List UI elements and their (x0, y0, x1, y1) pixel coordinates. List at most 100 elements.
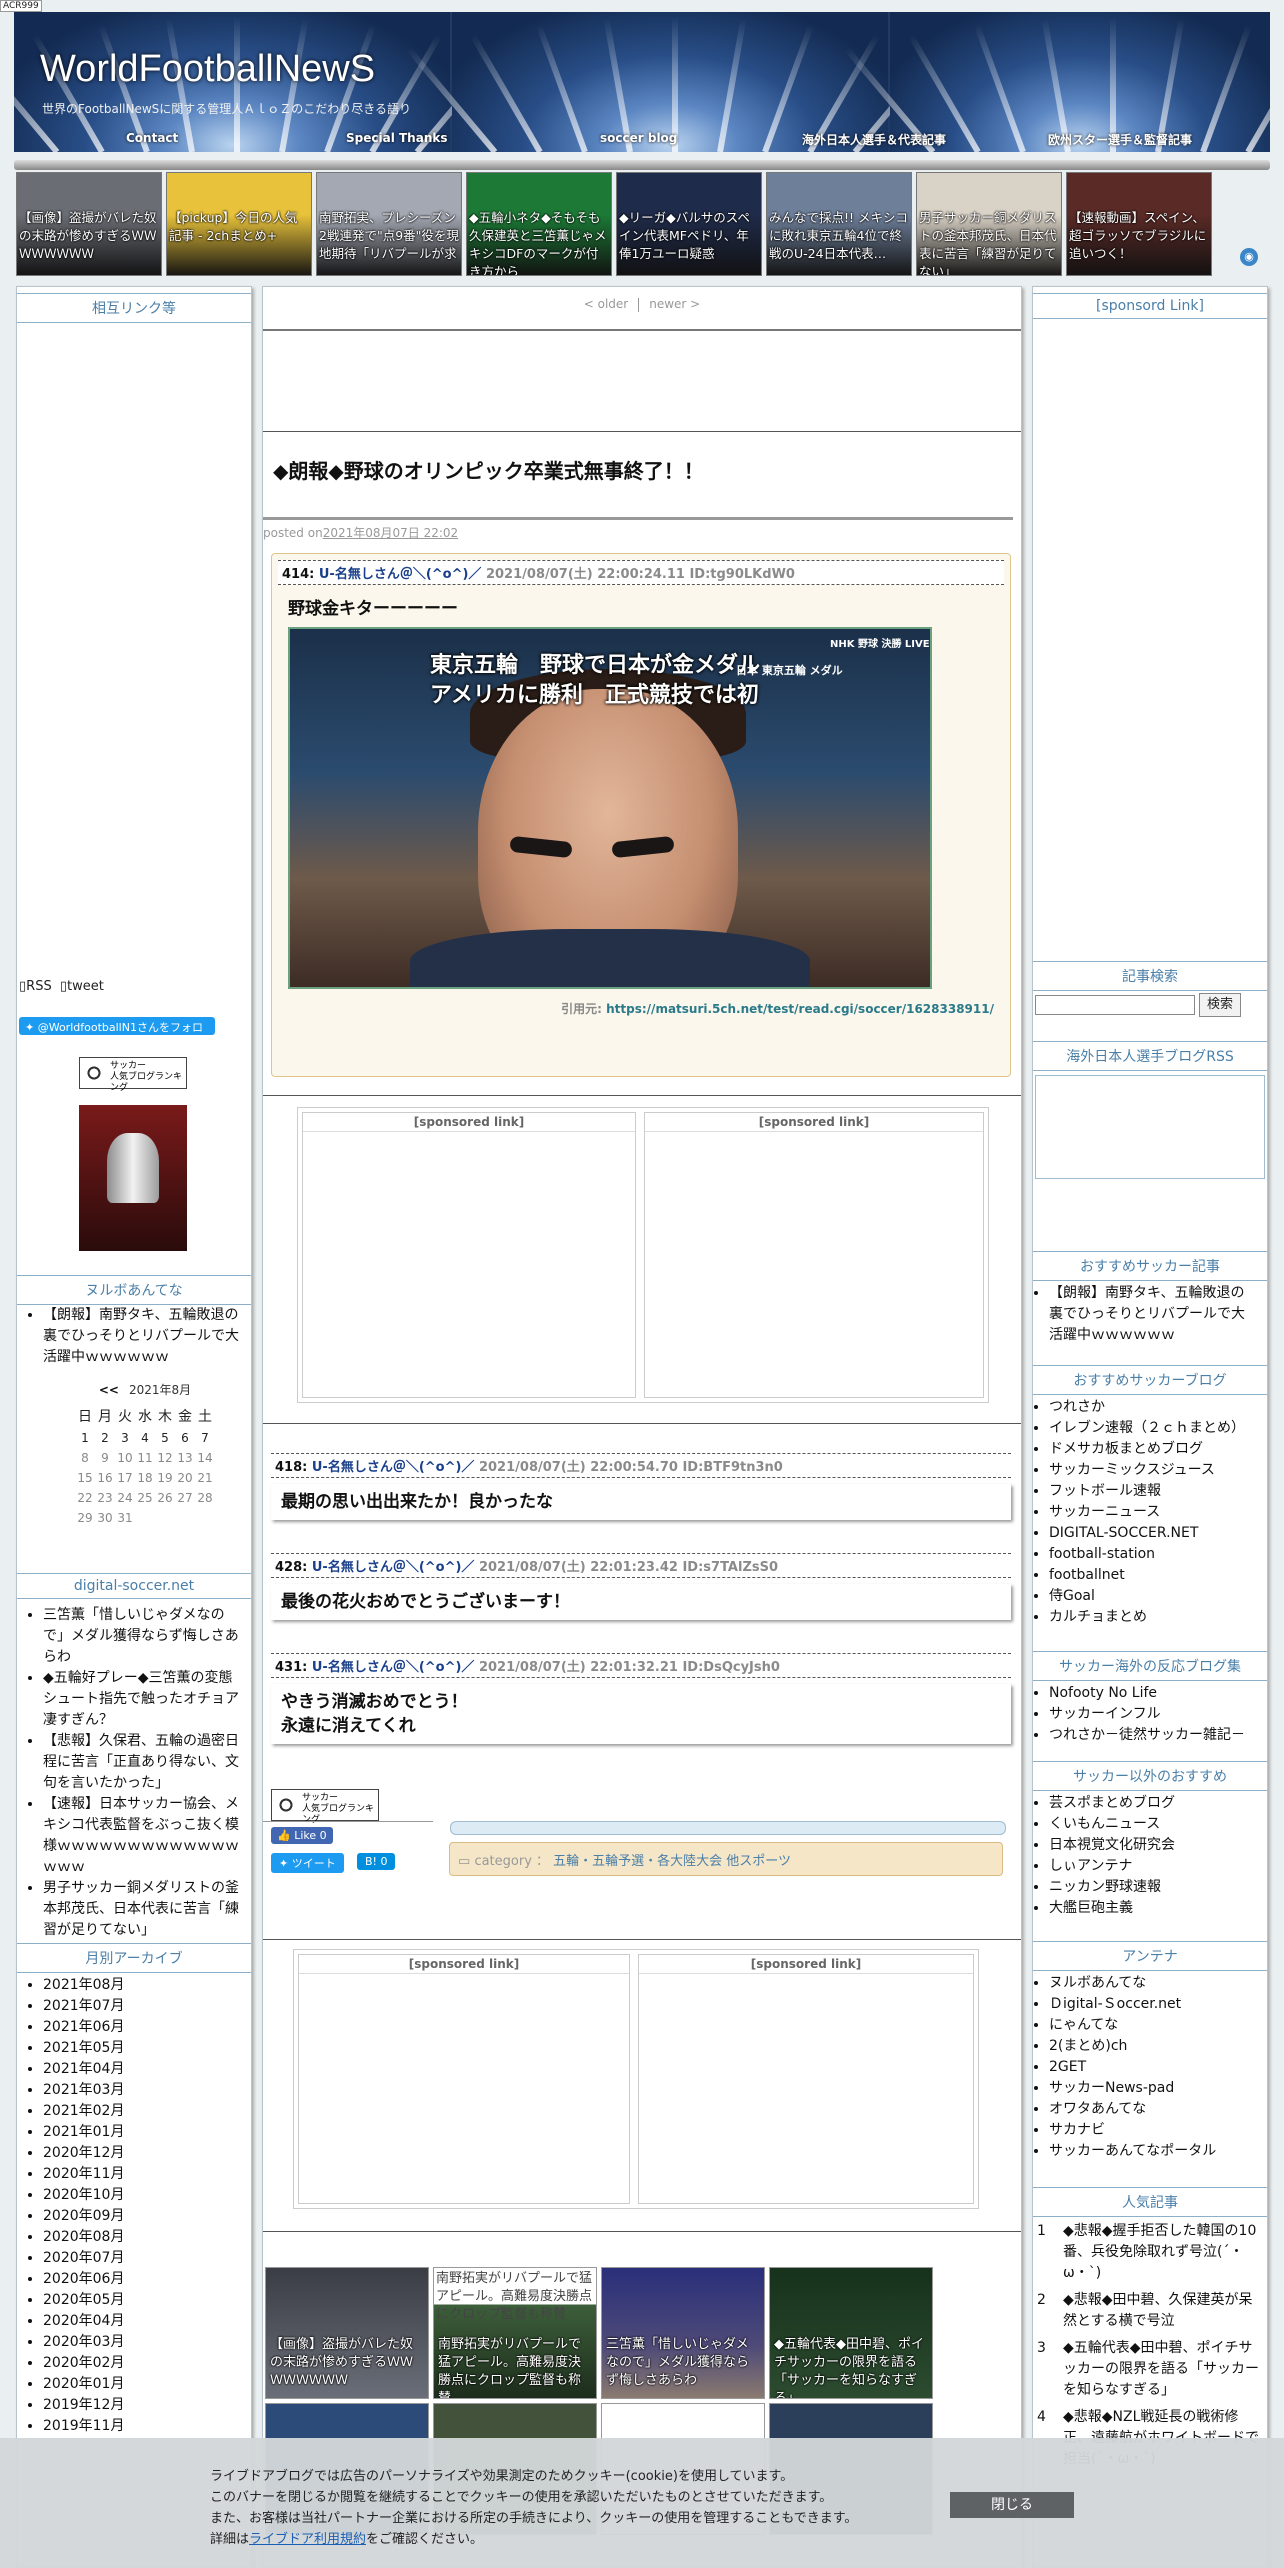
tweet-image-link[interactable]: ▯tweet (60, 979, 104, 994)
recommended-blog-item[interactable]: カルチョまとめ (1049, 1607, 1249, 1628)
pickup-card[interactable]: 【pickup】今日の人気記事 - 2chまとめ+ (166, 172, 312, 276)
baseball-broadcast-image[interactable]: 東京五輪 野球で日本が金メダル アメリカに勝利 正式競技では初 日本 東京五輪 メ… (288, 627, 932, 989)
pickup-card[interactable]: 男子サッカー銅メダリストの釜本邦茂氏、日本代表に苦言「練習が足りてない」 (916, 172, 1062, 276)
recommended-blog-item[interactable]: DIGITAL-SOCCER.NET (1049, 1523, 1249, 1544)
archive-item[interactable]: 2020年08月 (43, 2227, 243, 2248)
newer-link[interactable]: newer > (649, 297, 700, 311)
ranking-badge[interactable]: サッカー 人気ブログランキング (271, 1789, 379, 1825)
archive-item[interactable]: 2021年08月 (43, 1975, 243, 1996)
popular-item[interactable]: 2 ◆悲報◆田中碧、久保建英が呆然とする横で号泣 (1037, 2290, 1263, 2332)
pickup-card[interactable]: 南野拓実、プレシーズン2戦連発で"点9番"役を現地期待「リバプールが求 (316, 172, 462, 276)
antenna-item[interactable]: サカナビ (1049, 2120, 1249, 2141)
antenna-item[interactable]: ヌルボあんてな (1049, 1973, 1249, 1994)
hatena-bookmark-button[interactable]: B! 0 (357, 1853, 396, 1870)
recommended-blog-item[interactable]: ドメサカ板まとめブログ (1049, 1439, 1249, 1460)
calendar-day[interactable]: 5 (155, 1428, 175, 1448)
nav-contact[interactable]: Contact (126, 131, 178, 145)
archive-item[interactable]: 2020年06月 (43, 2269, 243, 2290)
archive-item[interactable]: 2020年05月 (43, 2290, 243, 2311)
recommended-blog-item[interactable]: フットボール速報 (1049, 1481, 1249, 1502)
rss-icon[interactable]: ◉ (1240, 248, 1258, 266)
recommended-blog-item[interactable]: football-station (1049, 1544, 1249, 1565)
other-recommend-item[interactable]: 大艦巨砲主義 (1049, 1898, 1249, 1919)
reaction-blog-item[interactable]: Nofooty No Life (1049, 1683, 1249, 1704)
site-title[interactable]: WorldFootballNewS (40, 48, 375, 91)
recommended-blog-item[interactable]: サッカーニュース (1049, 1502, 1249, 1523)
archive-item[interactable]: 2020年09月 (43, 2206, 243, 2227)
citation-link[interactable]: https://matsuri.5ch.net/test/read.cgi/so… (606, 1002, 994, 1016)
archive-item[interactable]: 2020年04月 (43, 2311, 243, 2332)
calendar-day[interactable]: 4 (135, 1428, 155, 1448)
calendar-day[interactable]: 6 (175, 1428, 195, 1448)
search-button[interactable]: 検索 (1199, 993, 1241, 1017)
calendar-day[interactable]: 2 (95, 1428, 115, 1448)
nuruboantena-item[interactable]: 【朗報】南野タキ、五輪敗退の裏でひっそりとリバプールで大活躍中ｗｗｗｗｗｗ (43, 1305, 243, 1368)
posted-date-link[interactable]: 2021年08月07日 22:02 (323, 526, 458, 540)
archive-item[interactable]: 2019年11月 (43, 2416, 243, 2437)
archive-item[interactable]: 2020年03月 (43, 2332, 243, 2353)
cookie-close-button[interactable]: 閉じる (950, 2492, 1074, 2518)
twitter-follow-button[interactable]: ✦ @WorldfootballN1さんをフォロー (19, 1017, 215, 1050)
archive-item[interactable]: 2021年01月 (43, 2122, 243, 2143)
archive-item[interactable]: 2019年12月 (43, 2395, 243, 2416)
recommended-article-item[interactable]: 【朗報】南野タキ、五輪敗退の裏でひっそりとリバプールで大活躍中ｗｗｗｗｗｗ (1049, 1283, 1249, 1346)
other-recommend-item[interactable]: しぃアンテナ (1049, 1856, 1249, 1877)
antenna-item[interactable]: にゃんてな (1049, 2015, 1249, 2036)
other-recommend-item[interactable]: ニッカン野球速報 (1049, 1877, 1249, 1898)
related-thumb[interactable]: 南野拓実がリバプールで猛アピール。高難易度決勝点にクロップ監督も称賛 南野拓実がリ… (433, 2267, 597, 2399)
calendar-day[interactable]: 3 (115, 1428, 135, 1448)
digital-soccer-item[interactable]: ◆五輪好プレー◆三笘薫の変態シュート指先で触ったオチョア凄すぎん？ (43, 1668, 243, 1731)
archive-item[interactable]: 2021年07月 (43, 1996, 243, 2017)
trophy-banner[interactable] (79, 1105, 187, 1251)
category-link[interactable]: 五輪・五輪予選・各大陸大会 他スポーツ (553, 1854, 791, 1869)
archive-item[interactable]: 2021年04月 (43, 2059, 243, 2080)
antenna-item[interactable]: オワタあんてな (1049, 2099, 1249, 2120)
nav-european-stars[interactable]: 欧州スター選手＆監督記事 (1048, 131, 1192, 148)
archive-item[interactable]: 2021年05月 (43, 2038, 243, 2059)
pickup-card[interactable]: ◆五輪小ネタ◆そもそも久保建英と三笘薫じゃメキシコDFのマークが付き方から (466, 172, 612, 276)
recommended-blog-item[interactable]: footballnet (1049, 1565, 1249, 1586)
digital-soccer-item[interactable]: 男子サッカー銅メダリストの釜本邦茂氏、日本代表に苦言「練習が足りてない」 (43, 1878, 243, 1941)
other-recommend-item[interactable]: 日本視覚文化研究会 (1049, 1835, 1249, 1856)
sponsored-box[interactable]: [sponsored link] (644, 1112, 984, 1398)
terms-link[interactable]: ライブドア利用規約 (249, 2532, 366, 2547)
search-input[interactable] (1035, 995, 1195, 1015)
related-thumb[interactable]: 【画像】盗撮がバレた奴の末路が惨めすぎるＷＷＷＷＷＷＷＷ (265, 2267, 429, 2399)
related-thumb[interactable]: 三笘薫「惜しいじゃダメなので」メダル獲得ならず悔しさあらわ (601, 2267, 765, 2399)
tweet-button[interactable]: ✦ ツイート (271, 1853, 344, 1873)
sponsored-box[interactable]: [sponsored link] (638, 1954, 974, 2204)
nav-soccer-blog[interactable]: soccer blog (600, 131, 677, 145)
popular-item[interactable]: 3 ◆五輪代表◆田中碧、ポイチサッカーの限界を語る「サッカーを知らなすぎる」 (1037, 2338, 1263, 2401)
sponsored-box[interactable]: [sponsored link] (302, 1112, 636, 1398)
recommended-blog-item[interactable]: サッカーミックスジュース (1049, 1460, 1249, 1481)
pickup-card[interactable]: みんなで採点!! メキシコに敗れ東京五輪4位で終戦のU-24日本代表… (766, 172, 912, 276)
pickup-card[interactable]: 【画像】盗撮がバレた奴の末路が惨めすぎるＷＷＷＷＷＷＷＷ (16, 172, 162, 276)
recommended-blog-item[interactable]: つれさか (1049, 1397, 1249, 1418)
pickup-card[interactable]: ◆リーガ◆バルサのスペイン代表MFペドリ、年俸1万ユーロ疑惑 (616, 172, 762, 276)
ranking-badge[interactable]: サッカー 人気ブログランキング (79, 1057, 187, 1093)
archive-item[interactable]: 2020年07月 (43, 2248, 243, 2269)
sponsored-box[interactable]: [sponsored link] (298, 1954, 630, 2204)
antenna-item[interactable]: Ｄigital-Ｓoccer.net (1049, 1994, 1249, 2015)
archive-item[interactable]: 2020年10月 (43, 2185, 243, 2206)
antenna-item[interactable]: 2GET (1049, 2057, 1249, 2078)
popular-item[interactable]: 1 ◆悲報◆握手拒否した韓国の10番、兵役免除取れず号泣(´・ω・`) (1037, 2221, 1263, 2284)
rss-image-link[interactable]: ▯RSS (19, 979, 52, 994)
pickup-card[interactable]: 【速報動画】スペイン、超ゴラッソでブラジルに追いつく！ (1066, 172, 1212, 276)
related-thumb[interactable]: ◆五輪代表◆田中碧、ポイチサッカーの限界を語る「サッカーを知らなすぎる」 (769, 2267, 933, 2399)
antenna-item[interactable]: サッカーNews-pad (1049, 2078, 1249, 2099)
recommended-blog-item[interactable]: 侍Goal (1049, 1586, 1249, 1607)
other-recommend-item[interactable]: 芸スポまとめブログ (1049, 1793, 1249, 1814)
digital-soccer-item[interactable]: 【速報】日本サッカー協会、メキシコ代表監督をぶっこ抜く模様ｗｗｗｗｗｗｗｗｗｗｗ… (43, 1794, 243, 1878)
calendar-day[interactable]: 1 (75, 1428, 95, 1448)
digital-soccer-item[interactable]: 三笘薫「惜しいじゃダメなので」メダル獲得ならず悔しさあらわ (43, 1605, 243, 1668)
calendar-prev-link[interactable]: << (99, 1383, 119, 1397)
calendar-day[interactable]: 7 (195, 1428, 215, 1448)
archive-item[interactable]: 2021年03月 (43, 2080, 243, 2101)
archive-item[interactable]: 2020年01月 (43, 2374, 243, 2395)
older-link[interactable]: < older (584, 297, 628, 311)
archive-item[interactable]: 2020年02月 (43, 2353, 243, 2374)
reaction-blog-item[interactable]: つれさか－徒然サッカー雑記－ (1049, 1725, 1249, 1746)
antenna-item[interactable]: サッカーあんてなポータル (1049, 2141, 1249, 2162)
archive-item[interactable]: 2021年02月 (43, 2101, 243, 2122)
